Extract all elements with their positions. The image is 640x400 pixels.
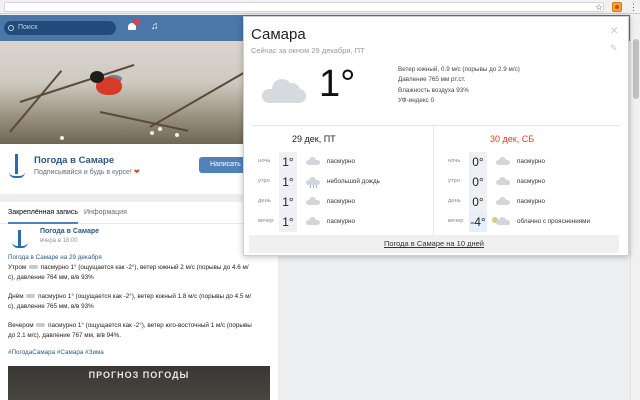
popup-subtitle: Сейчас за окном 29 декабря, ПТ [251,46,365,55]
time-of-day-label: вечер [258,218,274,224]
current-temperature: 1° [319,63,356,105]
cloud-icon [306,157,320,165]
time-of-day-label: вечер [448,218,464,224]
post-line: Вечером пасмурно 1° (ощущается как -2°),… [8,321,270,331]
search-placeholder: Поиск [18,24,38,31]
cloud-icon [26,294,36,299]
partly-cloudy-night-icon [492,217,510,225]
temperature-cell: 0° [469,192,487,212]
post-time[interactable]: вчера в 18:00 [40,238,78,244]
pressure-detail: Давление 765 мм рт.ст. [398,76,466,84]
day-title: 30 дек, СБ [490,134,535,144]
condition-text: пасмурно [327,198,356,205]
group-subtitle: Подписывайся и будь в курсе! ❤ [34,168,140,176]
weather-extension-icon[interactable] [612,2,622,12]
bullfinch-bird [90,71,124,97]
cloud-icon [496,197,510,205]
music-icon[interactable]: ♫ [151,21,159,33]
current-details: Ветер южный, 0.9 м/с (порывы до 2.9 м/с)… [398,65,520,106]
popup-city: Самара [251,26,306,43]
post-line: с), давление 764 мм, в/в 93% [8,274,94,281]
condition-text: облачно с прояснениями [517,218,590,225]
post-line: Утром пасмурно 1° (ощущается как -2°), в… [8,263,270,273]
post-heading-link[interactable]: Погода в Самаре на 29 декабря [8,253,270,263]
wall-tabs: Закреплённая запись Информация [0,202,278,224]
pin-icon[interactable]: ✎ [610,43,618,53]
notification-badge [133,19,139,25]
condition-text: пасмурно [517,158,546,165]
temperature-cell: 1° [279,152,297,172]
cloud-icon [36,323,46,328]
post-image[interactable]: ПРОГНОЗ ПОГОДЫ [8,366,270,400]
post-line-label: Утром [8,264,27,271]
post-author[interactable]: Погода в Самаре [40,228,99,235]
time-of-day-label: утро [258,178,271,184]
divider [433,125,434,235]
ten-day-forecast-link[interactable]: Погода в Самаре на 10 дней [249,235,619,253]
heart-icon: ❤ [133,169,140,176]
tab-info[interactable]: Информация [84,202,127,224]
group-page: Погода в Самаре Подписывайся и будь в ку… [0,41,278,400]
close-icon[interactable]: ✕ [610,27,618,37]
address-bar[interactable] [4,2,604,12]
post-line-text: пасмурно 1° (ощущается как -2°), ветер ю… [38,293,252,300]
divider [251,125,619,126]
cloud-icon [306,197,320,205]
page-scrollbar[interactable] [630,15,640,400]
post-line-label: Вечером [8,322,34,329]
scrollbar-thumb[interactable] [633,39,639,99]
time-of-day-label: ночь [258,158,271,164]
search-input[interactable]: Поиск [4,21,116,35]
humidity-detail: Влажность воздуха 93% [398,86,469,94]
post-line-text: пасмурно 1° (ощущается как -2°), ветер ю… [40,264,249,271]
current-weather-cloud-icon [262,79,306,103]
time-of-day-label: утро [448,178,461,184]
time-of-day-label: день [258,198,271,204]
condition-text: пасмурно [327,158,356,165]
post-line: до 2.1 м/с), давление 767 мм, в/в 94%. [8,332,122,339]
temperature-cell: -4° [469,212,487,232]
rain-cloud-icon [306,177,320,188]
time-of-day-label: день [448,198,461,204]
group-logo-icon [9,154,25,180]
cloud-icon [306,217,320,225]
search-icon [8,25,14,31]
cloud-icon [496,157,510,165]
temperature-cell: 1° [279,172,297,192]
bookmark-star-icon[interactable]: ☆ [595,1,603,13]
weather-popup: Самара Сейчас за окном 29 декабря, ПТ ✕ … [243,16,629,256]
wall-section: Закреплённая запись Информация Погода в … [0,202,278,400]
temperature-cell: 1° [279,212,297,232]
post-hashtags[interactable]: #ПогодаСамара #Самара #Зима [8,348,270,358]
post-line: Днём пасмурно 1° (ощущается как -2°), ве… [8,292,270,302]
cloud-icon [28,265,38,270]
temperature-cell: 0° [469,172,487,192]
post-avatar[interactable] [10,228,32,250]
group-cover-image [0,41,278,144]
cloud-icon [496,177,510,185]
temperature-cell: 0° [469,152,487,172]
post-line-text: пасмурно 1° (ощущается как -2°), ветер ю… [48,322,252,329]
time-of-day-label: ночь [448,158,461,164]
temperature-cell: 1° [279,192,297,212]
post-image-caption: ПРОГНОЗ ПОГОДЫ [88,370,190,380]
group-info-card: Погода в Самаре Подписывайся и будь в ку… [0,144,278,194]
post-line: с), давление 765 мм, в/в 93% [8,303,94,310]
post-line-label: Днём [8,293,24,300]
group-title[interactable]: Погода в Самаре [34,155,114,166]
browser-menu-icon[interactable]: ⋮ [629,1,638,13]
day-title: 29 дек, ПТ [292,134,336,144]
condition-text: пасмурно [517,178,546,185]
condition-text: пасмурно [327,218,356,225]
tab-pinned-post[interactable]: Закреплённая запись [8,202,79,224]
browser-toolbar: ☆ ⋮ [0,0,640,14]
uv-detail: УФ-индекс 0 [398,96,435,104]
group-subtitle-text: Подписывайся и будь в курсе! [34,169,132,176]
wind-detail: Ветер южный, 0.9 м/с (порывы до 2.9 м/с) [398,66,520,73]
condition-text: небольшой дождь [327,178,380,185]
condition-text: пасмурно [517,198,546,205]
